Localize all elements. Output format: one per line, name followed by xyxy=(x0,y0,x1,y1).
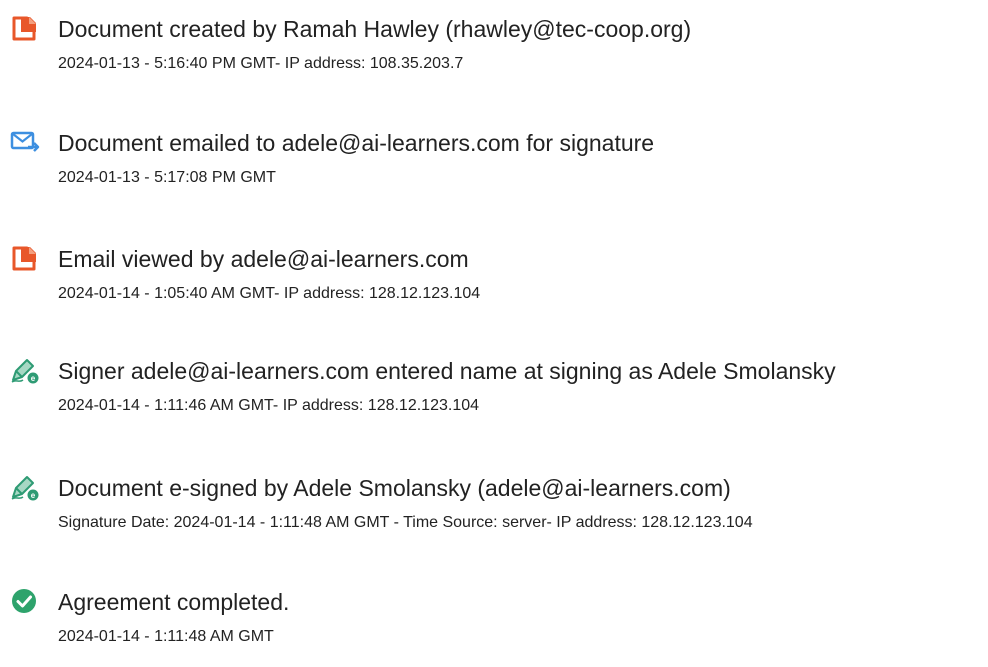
event-title: Document e-signed by Adele Smolansky (ad… xyxy=(58,475,731,501)
email-sent-icon xyxy=(10,128,40,156)
svg-text:e: e xyxy=(31,491,36,500)
event-title: Agreement completed. xyxy=(58,589,290,615)
event-detail: 2024-01-14 - 1:05:40 AM GMT- IP address:… xyxy=(58,285,481,302)
audit-event-emailed: Document emailed to adele@ai-learners.co… xyxy=(0,128,988,208)
signer-pen-icon: e xyxy=(10,356,40,384)
e-sign-pen-icon: e xyxy=(10,473,40,501)
event-detail: 2024-01-14 - 1:11:46 AM GMT- IP address:… xyxy=(58,397,480,414)
audit-event-created: Document created by Ramah Hawley (rhawle… xyxy=(0,14,988,94)
event-detail: 2024-01-14 - 1:11:48 AM GMT xyxy=(58,628,274,645)
event-detail: 2024-01-13 - 5:16:40 PM GMT- IP address:… xyxy=(58,55,464,72)
document-viewed-icon xyxy=(10,244,40,272)
audit-event-esigned: e Document e-signed by Adele Smolansky (… xyxy=(0,473,988,553)
event-title: Document emailed to adele@ai-learners.co… xyxy=(58,130,655,156)
checkmark-circle-icon xyxy=(10,587,40,615)
document-created-icon xyxy=(10,14,40,42)
audit-event-signer-name: e Signer adele@ai-learners.com entered n… xyxy=(0,356,988,436)
event-title: Email viewed by adele@ai-learners.com xyxy=(58,246,469,272)
audit-event-completed: Agreement completed. 2024-01-14 - 1:11:4… xyxy=(0,587,988,667)
audit-event-viewed: Email viewed by adele@ai-learners.com 20… xyxy=(0,244,988,324)
svg-text:e: e xyxy=(31,374,36,383)
event-detail: 2024-01-13 - 5:17:08 PM GMT xyxy=(58,169,276,186)
event-title: Document created by Ramah Hawley (rhawle… xyxy=(58,16,692,42)
event-detail: Signature Date: 2024-01-14 - 1:11:48 AM … xyxy=(58,514,753,531)
event-title: Signer adele@ai-learners.com entered nam… xyxy=(58,358,836,384)
